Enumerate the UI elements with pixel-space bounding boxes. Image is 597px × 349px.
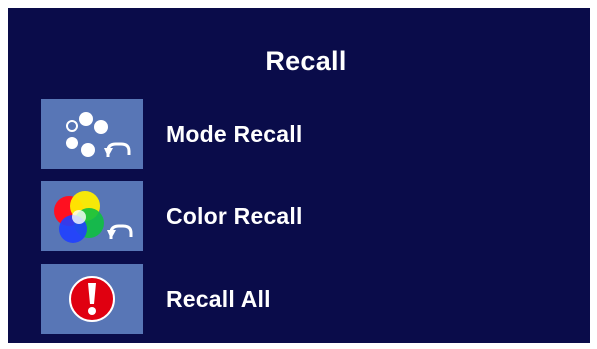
menu-item-recall-all[interactable]: Recall All xyxy=(41,264,561,334)
recall-all-label: Recall All xyxy=(166,285,271,312)
mode-recall-label: Mode Recall xyxy=(166,120,303,147)
menu-item-color-recall[interactable]: Color Recall xyxy=(41,181,561,251)
osd-recall-menu: Recall Mode Recall Color Recall Recall A… xyxy=(8,8,590,343)
menu-item-mode-recall[interactable]: Mode Recall xyxy=(41,99,561,169)
menu-title: Recall xyxy=(265,46,347,76)
color-recall-label: Color Recall xyxy=(166,202,303,229)
recall-all-icon xyxy=(41,264,143,334)
color-recall-icon xyxy=(41,181,143,251)
mode-recall-icon xyxy=(41,99,143,169)
